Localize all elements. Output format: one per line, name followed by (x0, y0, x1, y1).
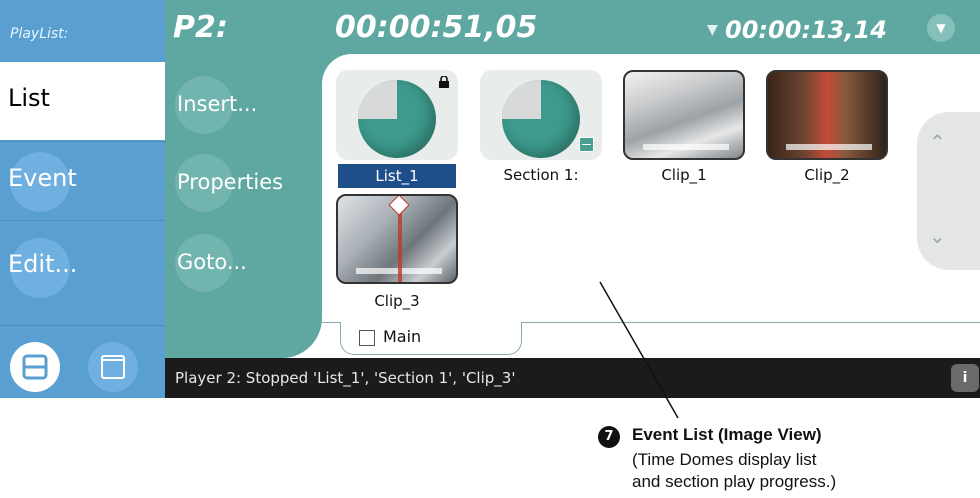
callout-title: Event List (Image View) (632, 425, 822, 444)
callout-leader-line (599, 281, 679, 419)
callout-desc-line: (Time Domes display list (632, 450, 817, 469)
callout-description: (Time Domes display list and section pla… (632, 449, 932, 493)
callout-desc-line: and section play progress.) (632, 472, 837, 491)
callout-number-badge: 7 (598, 426, 620, 448)
